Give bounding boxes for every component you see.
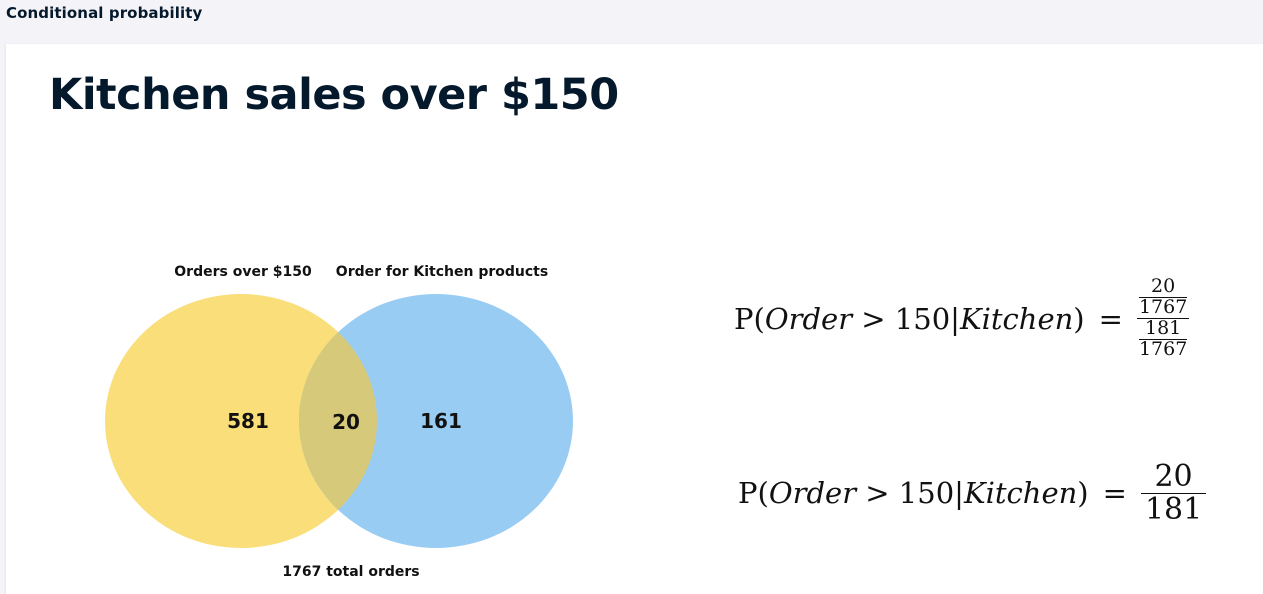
formula2-gt-150: > 150 (856, 476, 955, 511)
formula1-numerator-fraction: 20 1767 (1138, 275, 1188, 318)
formula2-denominator: 181 (1144, 492, 1203, 527)
formula1-equals: = (1098, 301, 1123, 336)
venn-value-only-right: 161 (420, 409, 462, 433)
formula1-p: P( (734, 301, 765, 336)
formula2-order: Order (768, 476, 857, 511)
formula1-denominator-bottom: 1767 (1138, 338, 1188, 361)
top-bar: Conditional probability (0, 0, 1263, 30)
formula2-close-paren: ) (1077, 476, 1089, 511)
formula-conditional-probability-simplified: P(Order > 150|Kitchen) = 20 181 (738, 459, 1207, 527)
formula2-given-bar: | (954, 476, 964, 511)
formula1-given-bar: | (950, 301, 960, 336)
formula1-denominator-fraction: 181 1767 (1138, 317, 1188, 361)
slide: Kitchen sales over $150 Orders over $150… (6, 44, 1263, 594)
formula1-compound-fraction: 20 1767 181 1767 (1136, 275, 1190, 361)
formula2-lhs: P(Order > 150|Kitchen) (738, 476, 1089, 510)
formula2-numerator: 20 (1154, 459, 1193, 494)
formula1-lhs: P(Order > 150|Kitchen) (734, 302, 1085, 336)
venn-label-left: Orders over $150 (174, 264, 312, 280)
formula2-kitchen: Kitchen (963, 476, 1078, 511)
formula2-equals: = (1102, 476, 1127, 511)
formula1-denominator-top: 181 (1144, 317, 1182, 340)
formula2-fraction: 20 181 (1140, 459, 1207, 527)
venn-value-only-left: 581 (227, 409, 269, 433)
formula1-close-paren: ) (1073, 301, 1085, 336)
formula1-numerator-top: 20 (1151, 275, 1176, 297)
formula1-gt-150: > 150 (852, 301, 951, 336)
slide-title: Kitchen sales over $150 (49, 70, 619, 120)
formula2-p: P( (738, 476, 769, 511)
formula1-numerator-bottom: 1767 (1138, 295, 1188, 318)
formula1-denominator: 181 1767 (1137, 317, 1189, 361)
formula1-kitchen: Kitchen (959, 301, 1074, 336)
breadcrumb: Conditional probability (6, 4, 203, 22)
venn-value-overlap: 20 (332, 410, 360, 434)
venn-diagram: Orders over $150 Order for Kitchen produ… (105, 264, 573, 580)
venn-total-label: 1767 total orders (282, 564, 419, 580)
formula-conditional-probability-fractions: P(Order > 150|Kitchen) = 20 1767 181 176… (734, 275, 1190, 361)
venn-label-right: Order for Kitchen products (336, 264, 548, 280)
formula1-numerator: 20 1767 (1137, 275, 1189, 318)
formula1-order: Order (764, 301, 853, 336)
